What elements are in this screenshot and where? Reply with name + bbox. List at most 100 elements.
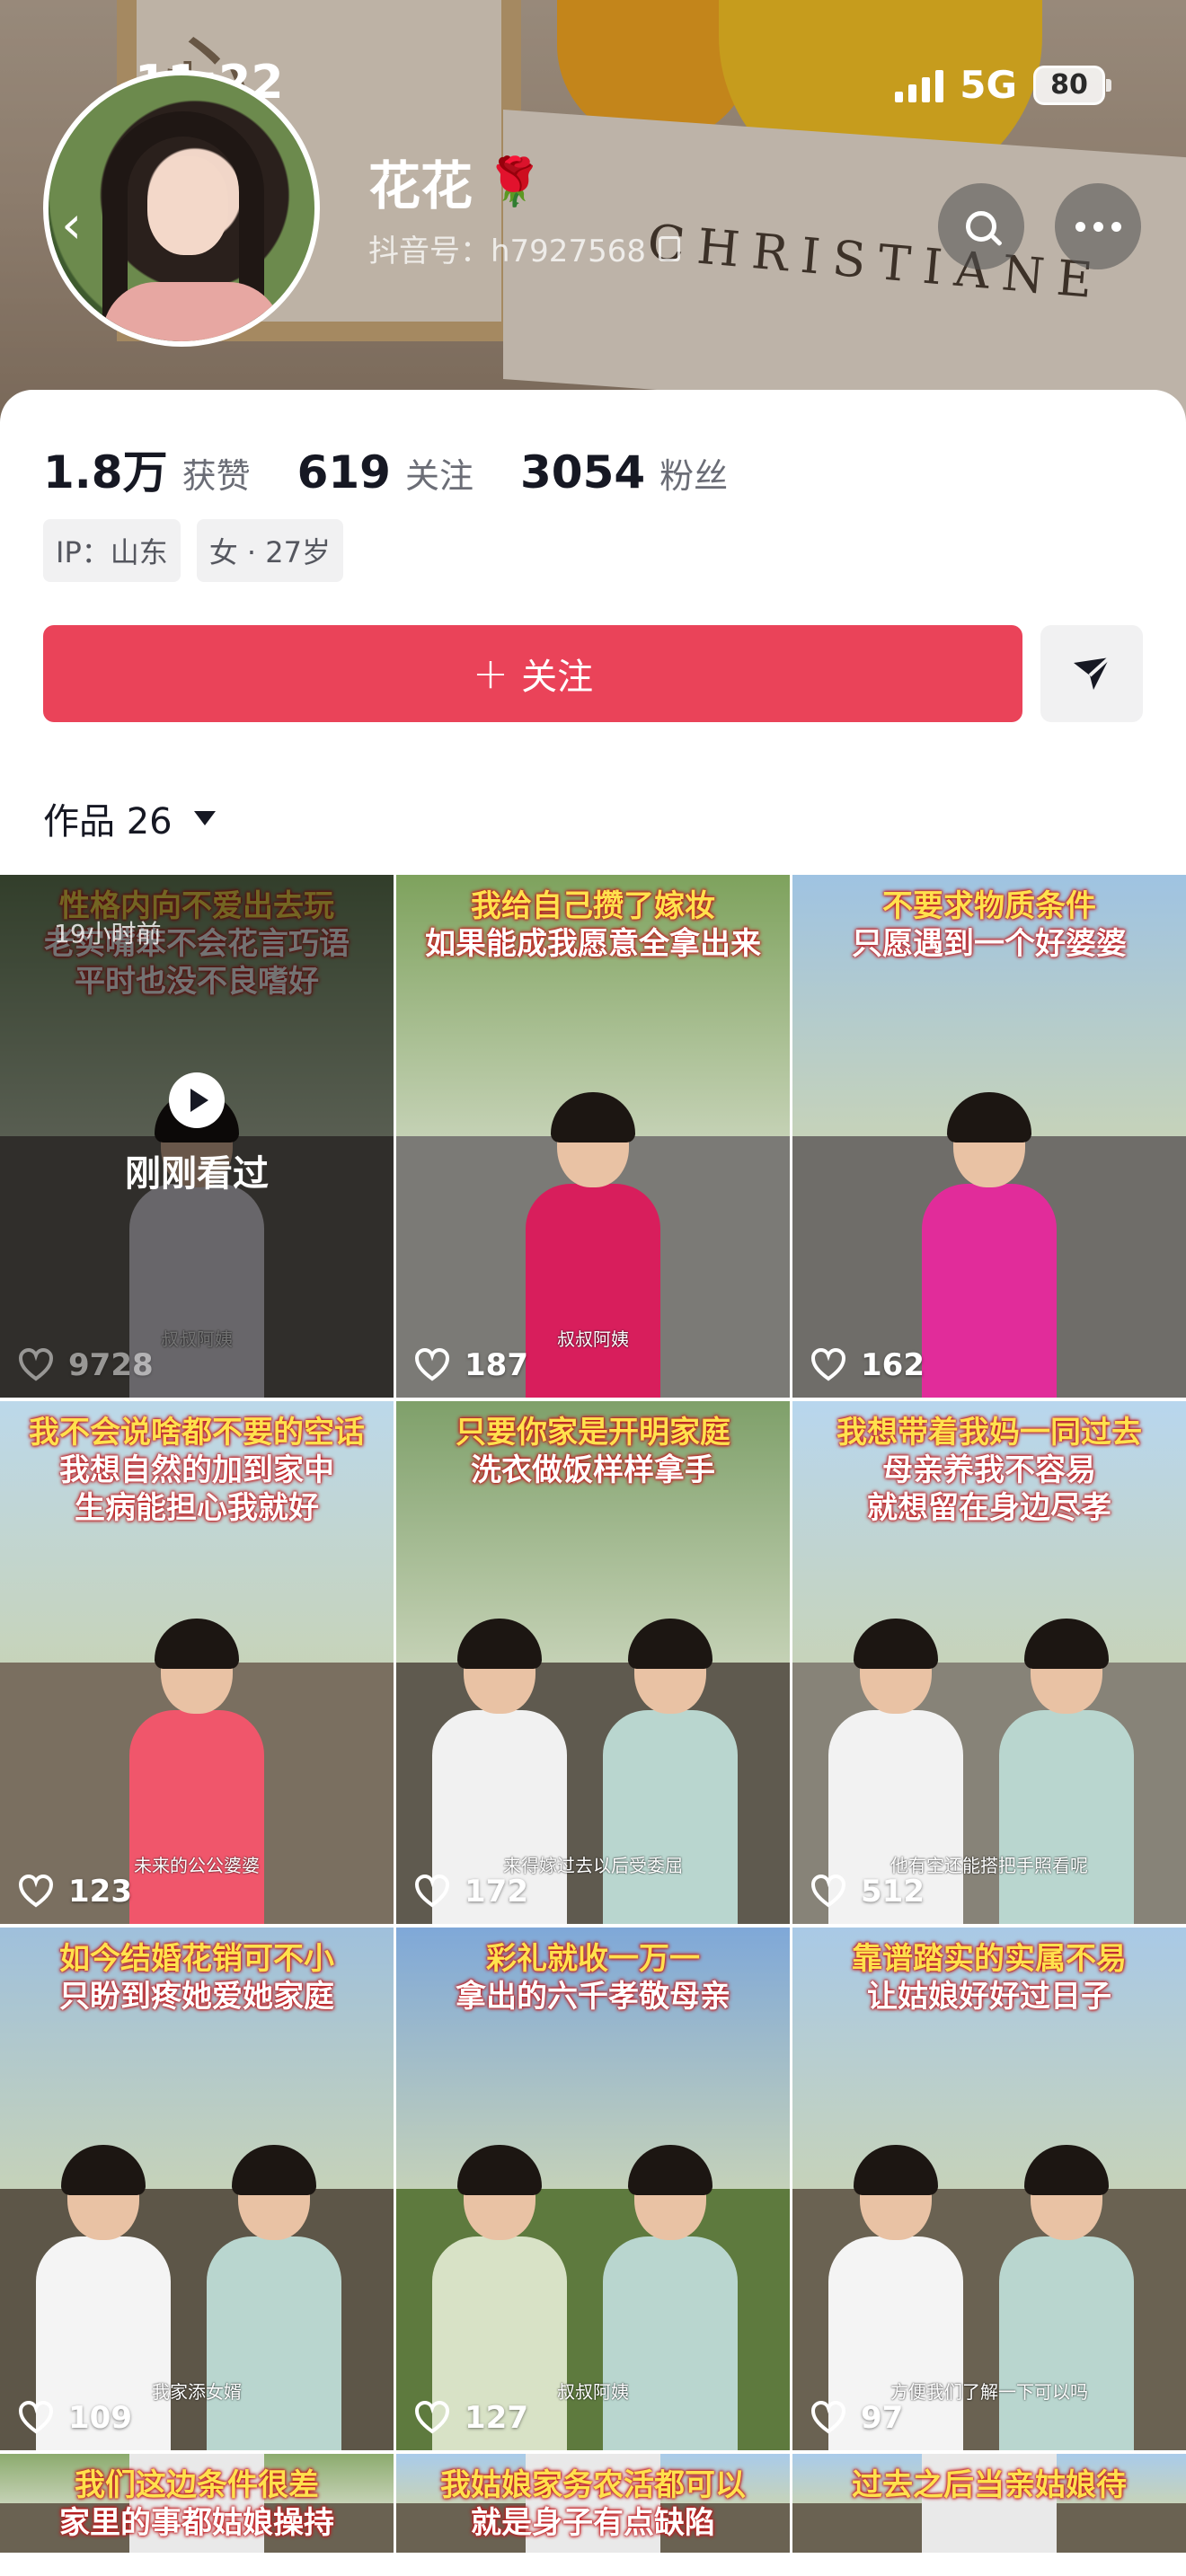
recently-watched-label: 刚刚看过: [125, 1153, 269, 1195]
like-count-value: 172: [465, 1874, 528, 1910]
caption-line: 只盼到疼她爱她家庭: [59, 1979, 334, 2015]
caption-line: 拿出的六千孝敬母亲: [456, 1979, 730, 2015]
stat-followers[interactable]: 3054 粉丝: [520, 446, 728, 498]
like-count-value: 123: [68, 1874, 132, 1910]
video-caption: 不要求物质条件 只愿遇到一个好婆婆: [792, 887, 1186, 963]
person-figure: [922, 1092, 1057, 1398]
like-count-value: 9728: [68, 1347, 154, 1383]
caret-down-icon: [193, 811, 216, 825]
like-count-value: 127: [465, 2400, 528, 2436]
stat-following[interactable]: 619 关注: [297, 446, 474, 498]
like-count: 9728: [18, 1347, 154, 1383]
follow-button[interactable]: + 关注: [43, 625, 1022, 722]
more-button[interactable]: [1055, 183, 1141, 269]
douyin-id-text: 抖音号：h7927568: [368, 234, 646, 269]
profile-tags: IP：山东 女 · 27岁: [43, 519, 343, 582]
video-caption: 我想带着我妈一同过去 母亲养我不容易 就想留在身边尽孝: [792, 1414, 1186, 1527]
battery-icon: 80: [1033, 65, 1111, 105]
caption-line: 彩礼就收一万一: [486, 1941, 700, 1977]
heart-icon: [810, 1874, 846, 1908]
heart-icon: [18, 1874, 54, 1908]
recently-watched-overlay: 刚刚看过: [0, 1072, 394, 1196]
caption-line: 我们这边条件很差: [75, 2467, 319, 2503]
video-thumbnail[interactable]: 我们这边条件很差 家里的事都姑娘操持: [0, 2454, 394, 2553]
heart-icon: [810, 2400, 846, 2434]
like-count: 109: [18, 2400, 132, 2436]
person-figure: [526, 1092, 660, 1398]
caption-line: 就是身子有点缺陷: [471, 2505, 715, 2541]
like-count: 123: [18, 1874, 132, 1910]
stat-value: 619: [296, 446, 391, 498]
caption-line: 我想带着我妈一同过去: [836, 1415, 1142, 1451]
signal-icon: [895, 68, 944, 102]
like-count: 97: [810, 2400, 903, 2436]
caption-line: 不要求物质条件: [882, 888, 1096, 924]
more-icon: [1075, 221, 1121, 232]
heart-icon: [810, 1347, 846, 1381]
video-thumbnail[interactable]: 我姑娘家务农活都可以 就是身子有点缺陷: [396, 2454, 790, 2553]
douyin-id[interactable]: 抖音号：h7927568: [368, 226, 680, 270]
person-figure: [603, 2145, 738, 2450]
video-thumbnail[interactable]: 我想带着我妈一同过去 母亲养我不容易 就想留在身边尽孝 他有空还能搭把手照看呢 512: [792, 1401, 1186, 1924]
caption-line: 就想留在身边尽孝: [867, 1490, 1111, 1526]
stat-value: 3054: [519, 446, 646, 498]
like-count-value: 187: [465, 1347, 528, 1383]
video-caption: 彩礼就收一万一 拿出的六千孝敬母亲: [396, 1940, 790, 2016]
video-caption: 过去之后当亲姑娘待: [792, 2466, 1186, 2504]
video-caption: 如今结婚花销可不小 只盼到疼她爱她家庭: [0, 1940, 394, 2016]
caption-line: 靠谱踏实的实属不易: [852, 1941, 1127, 1977]
caption-line: 我想自然的加到家中: [59, 1452, 334, 1488]
caption-line: 我姑娘家务农活都可以: [440, 2467, 746, 2503]
caption-line: 我给自己攒了嫁妆: [471, 888, 715, 924]
back-button[interactable]: ‹: [61, 198, 106, 251]
like-count: 172: [414, 1874, 528, 1910]
video-thumbnail[interactable]: 靠谱踏实的实属不易 让姑娘好好过日子 方便我们了解一下可以吗 97: [792, 1928, 1186, 2450]
follow-label: 关注: [521, 657, 594, 698]
status-bar-right: 5G 80: [895, 63, 1111, 107]
time-ago: 19小时前: [54, 919, 162, 948]
play-icon: [169, 1072, 225, 1128]
video-thumbnail[interactable]: 只要你家是开明家庭 洗衣做饭样样拿手 来得嫁过去以后受委屈 172: [396, 1401, 790, 1924]
video-thumbnail[interactable]: 性格内向不爱出去玩老实嘴笨不会花言巧语平时也没不良嗜好叔叔阿姨19小时前刚刚看过…: [0, 875, 394, 1398]
stat-label: 获赞: [181, 456, 251, 496]
gender-age-tag: 女 · 27岁: [196, 519, 343, 582]
send-icon: [1074, 656, 1111, 690]
message-button[interactable]: [1040, 625, 1143, 722]
like-count-value: 109: [68, 2400, 132, 2436]
caption-line: 洗衣做饭样样拿手: [471, 1452, 715, 1488]
heart-icon: [18, 1347, 54, 1381]
like-count: 127: [414, 2400, 528, 2436]
video-caption: 我给自己攒了嫁妆 如果能成我愿意全拿出来: [396, 887, 790, 963]
caption-line: 如果能成我愿意全拿出来: [425, 926, 761, 962]
person-figure: [603, 1619, 738, 1924]
like-count-value: 97: [861, 2400, 904, 2436]
video-thumbnail[interactable]: 如今结婚花销可不小 只盼到疼她爱她家庭 我家添女婿 109: [0, 1928, 394, 2450]
video-thumbnail[interactable]: 我给自己攒了嫁妆 如果能成我愿意全拿出来 叔叔阿姨 187: [396, 875, 790, 1398]
like-count-value: 162: [861, 1347, 925, 1383]
video-thumbnail[interactable]: 不要求物质条件 只愿遇到一个好婆婆 162: [792, 875, 1186, 1398]
video-grid: 性格内向不爱出去玩老实嘴笨不会花言巧语平时也没不良嗜好叔叔阿姨19小时前刚刚看过…: [0, 875, 1186, 2576]
video-caption: 我们这边条件很差 家里的事都姑娘操持: [0, 2466, 394, 2542]
like-count-value: 512: [861, 1874, 925, 1910]
person-figure: [129, 1619, 264, 1924]
search-button[interactable]: [938, 183, 1024, 269]
heart-icon: [18, 2400, 54, 2434]
copy-icon[interactable]: [658, 235, 680, 261]
heart-icon: [414, 2400, 450, 2434]
person-figure: [999, 2145, 1134, 2450]
plus-icon: +: [472, 648, 509, 699]
caption-line: 让姑娘好好过日子: [867, 1979, 1111, 2015]
tab-works[interactable]: 作品 26: [43, 792, 216, 844]
video-thumbnail[interactable]: 我不会说啥都不要的空话 我想自然的加到家中 生病能担心我就好 未来的公公婆婆 123: [0, 1401, 394, 1924]
video-caption: 我姑娘家务农活都可以 就是身子有点缺陷: [396, 2466, 790, 2542]
stat-likes: 1.8万 获赞: [43, 437, 251, 501]
stat-value: 1.8万: [43, 446, 168, 498]
caption-line: 母亲养我不容易: [882, 1452, 1096, 1488]
rose-icon: 🌹: [485, 154, 544, 209]
video-thumbnail[interactable]: 过去之后当亲姑娘待: [792, 2454, 1186, 2553]
chevron-left-icon: ‹: [61, 194, 83, 255]
profile-stats: 1.8万 获赞 619 关注 3054 粉丝: [43, 437, 774, 501]
like-count: 512: [810, 1874, 925, 1910]
video-thumbnail[interactable]: 彩礼就收一万一 拿出的六千孝敬母亲 叔叔阿姨 127: [396, 1928, 790, 2450]
caption-line: 家里的事都姑娘操持: [59, 2505, 334, 2541]
